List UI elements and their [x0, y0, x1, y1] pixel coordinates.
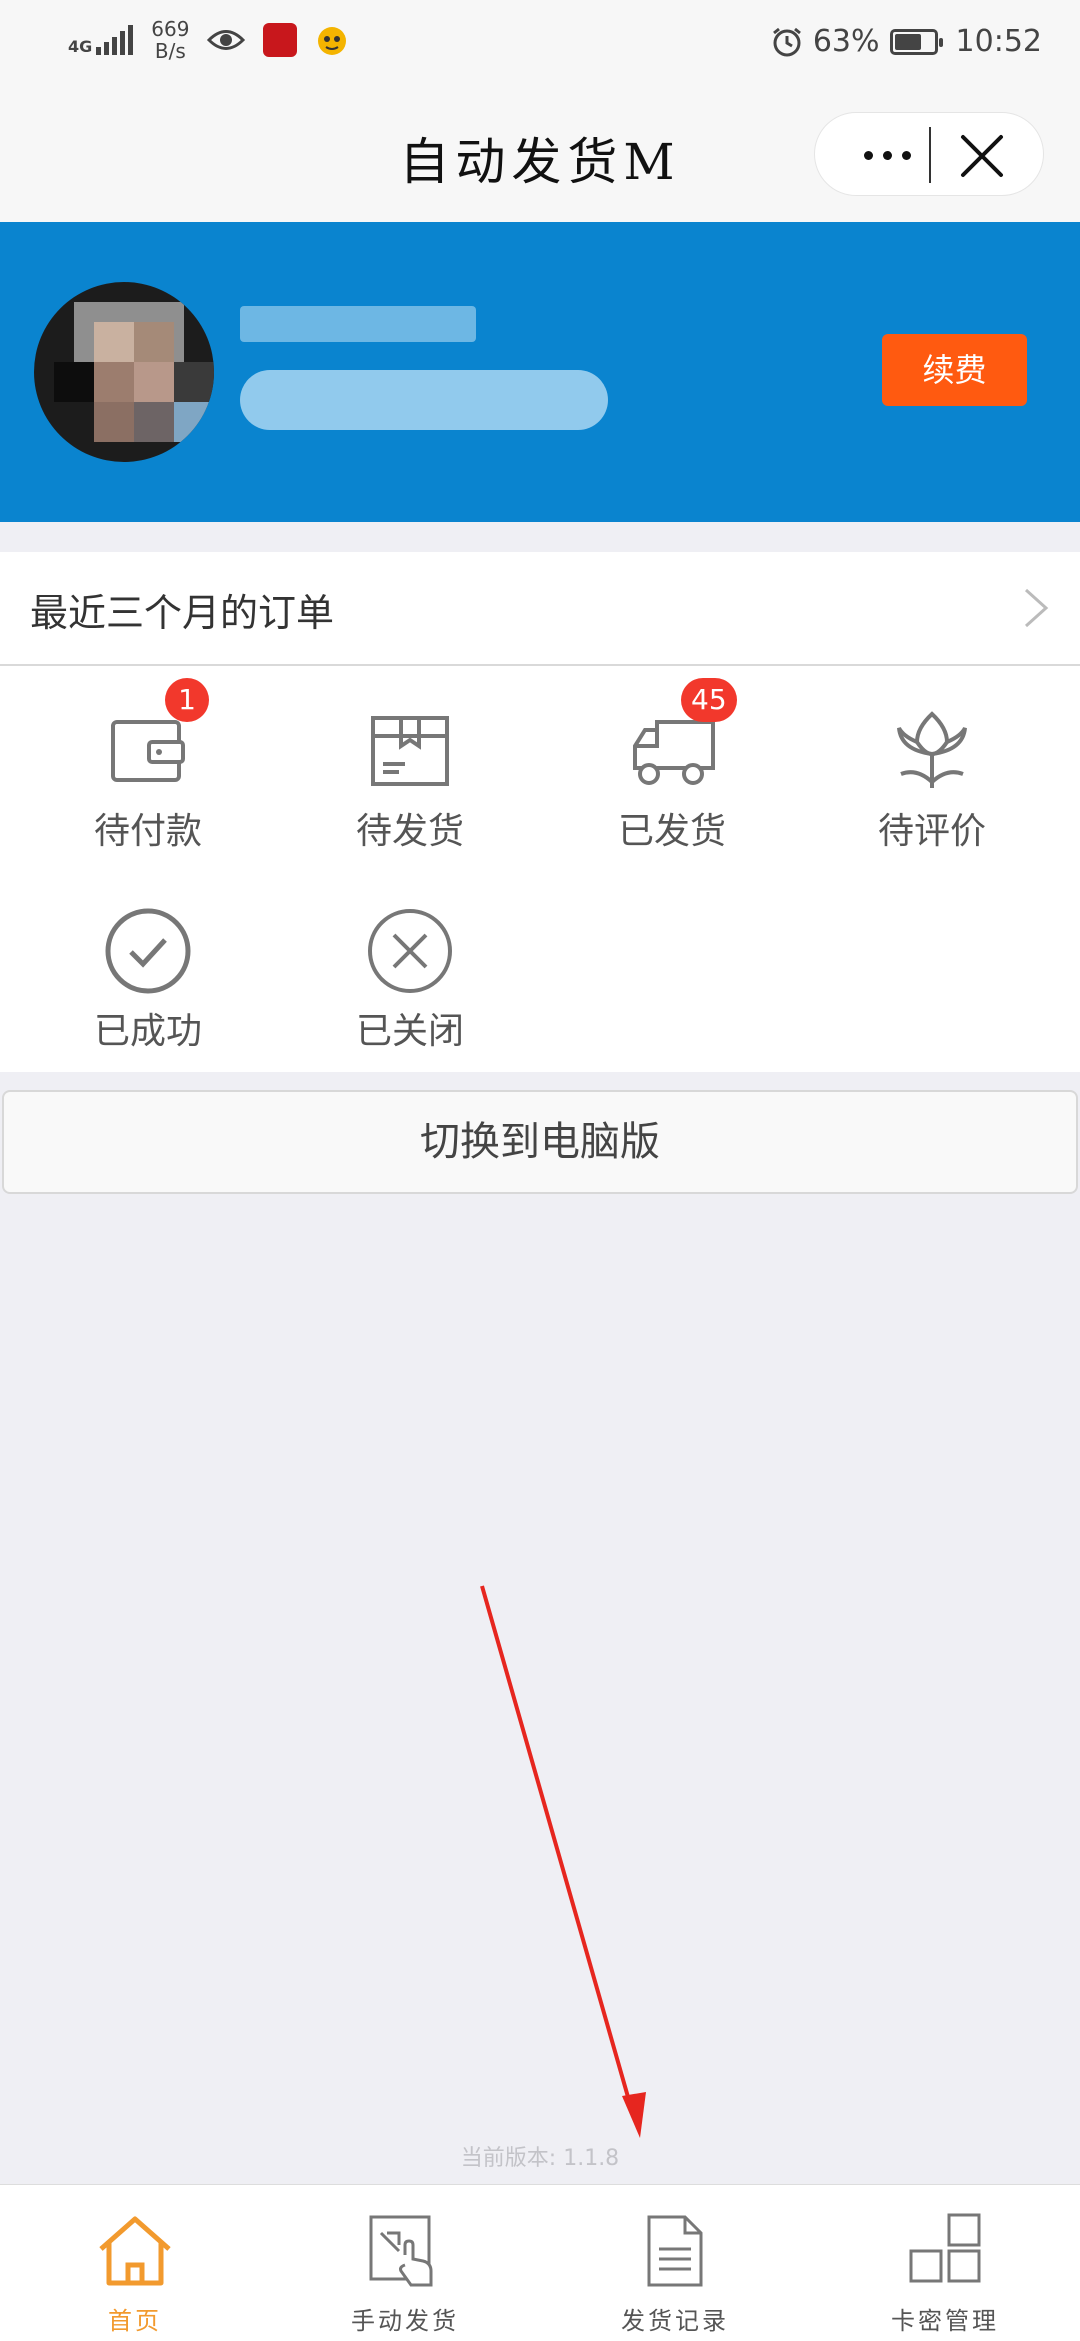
order-status-label: 已关闭: [355, 1011, 464, 1052]
nav-bar: 自动发货M: [0, 90, 1080, 222]
app-yellow-icon: [318, 27, 347, 55]
app-red-icon: [263, 23, 298, 57]
order-status-label: 已成功: [93, 1011, 202, 1052]
x-circle-icon: [368, 909, 452, 993]
order-status-label: 待评价: [877, 811, 986, 852]
capsule-menu: [814, 112, 1044, 196]
status-left: 4G 669 B/s: [68, 18, 349, 62]
network-type: 4G: [68, 37, 93, 56]
tab-home[interactable]: 首页: [0, 2185, 270, 2341]
alarm-icon: [772, 27, 801, 56]
order-status-pending-payment[interactable]: 1 待付款: [18, 678, 278, 854]
flower-icon: [897, 711, 967, 788]
close-icon[interactable]: [955, 129, 1009, 183]
version-label: 当前版本: 1.1.8: [460, 2146, 620, 2171]
profile-banner: 续费: [0, 222, 1080, 522]
order-status-pending-shipment[interactable]: 待发货: [280, 706, 540, 854]
notification-badge: 1: [165, 678, 209, 722]
order-status-label: 待付款: [93, 811, 202, 852]
grid-icon: [909, 2213, 981, 2283]
tab-manual-ship[interactable]: 手动发货: [270, 2185, 540, 2341]
order-status-shipped[interactable]: 45 已发货: [542, 678, 802, 854]
status-bar: 4G 669 B/s 63% 10:52: [0, 0, 1080, 90]
eye-icon: [207, 30, 246, 50]
package-icon: [371, 716, 449, 786]
renew-button[interactable]: 续费: [882, 334, 1027, 406]
order-status-closed[interactable]: 已关闭: [280, 906, 540, 1054]
tab-ship-records[interactable]: 发货记录: [540, 2185, 810, 2341]
tab-label: 首页: [108, 2307, 162, 2335]
tab-card-management[interactable]: 卡密管理: [810, 2185, 1080, 2341]
recent-orders-link[interactable]: 最近三个月的订单: [0, 552, 1080, 666]
tab-label: 卡密管理: [891, 2307, 999, 2335]
order-status-pending-review[interactable]: 待评价: [802, 706, 1062, 854]
order-status-grid: 1 待付款 待发货 45 已发货 待评价 已成功 已关闭: [0, 666, 1080, 1072]
user-info-redacted: [240, 370, 608, 430]
order-status-completed[interactable]: 已成功: [18, 906, 278, 1054]
capsule-divider: [929, 127, 931, 183]
network-speed: 669 B/s: [151, 18, 189, 62]
clock: 10:52: [955, 24, 1042, 59]
bottom-tab-bar: 首页 手动发货 发货记录 卡密管理: [0, 2184, 1080, 2341]
battery-percent: 63%: [812, 24, 880, 59]
more-dots-icon[interactable]: [855, 135, 919, 175]
speed-value: 669: [151, 17, 190, 41]
tab-label: 手动发货: [351, 2307, 459, 2335]
order-status-label: 已发货: [617, 811, 726, 852]
avatar[interactable]: [34, 282, 214, 462]
tab-label: 发货记录: [621, 2307, 729, 2335]
document-icon: [647, 2215, 703, 2287]
notification-badge: 45: [681, 678, 737, 722]
manual-ship-icon: [369, 2215, 433, 2287]
home-icon: [99, 2216, 171, 2286]
switch-to-desktop-button[interactable]: 切换到电脑版: [2, 1090, 1078, 1194]
signal-icon: 4G: [68, 25, 134, 56]
status-right: 63% 10:52: [771, 24, 1042, 59]
order-status-label: 待发货: [355, 811, 464, 852]
speed-unit: B/s: [154, 39, 186, 63]
recent-orders-label: 最近三个月的订单: [30, 591, 335, 635]
battery-icon: [889, 28, 943, 55]
check-circle-icon: [105, 908, 191, 994]
username-redacted: [240, 306, 476, 342]
chevron-right-icon: [1024, 588, 1049, 628]
